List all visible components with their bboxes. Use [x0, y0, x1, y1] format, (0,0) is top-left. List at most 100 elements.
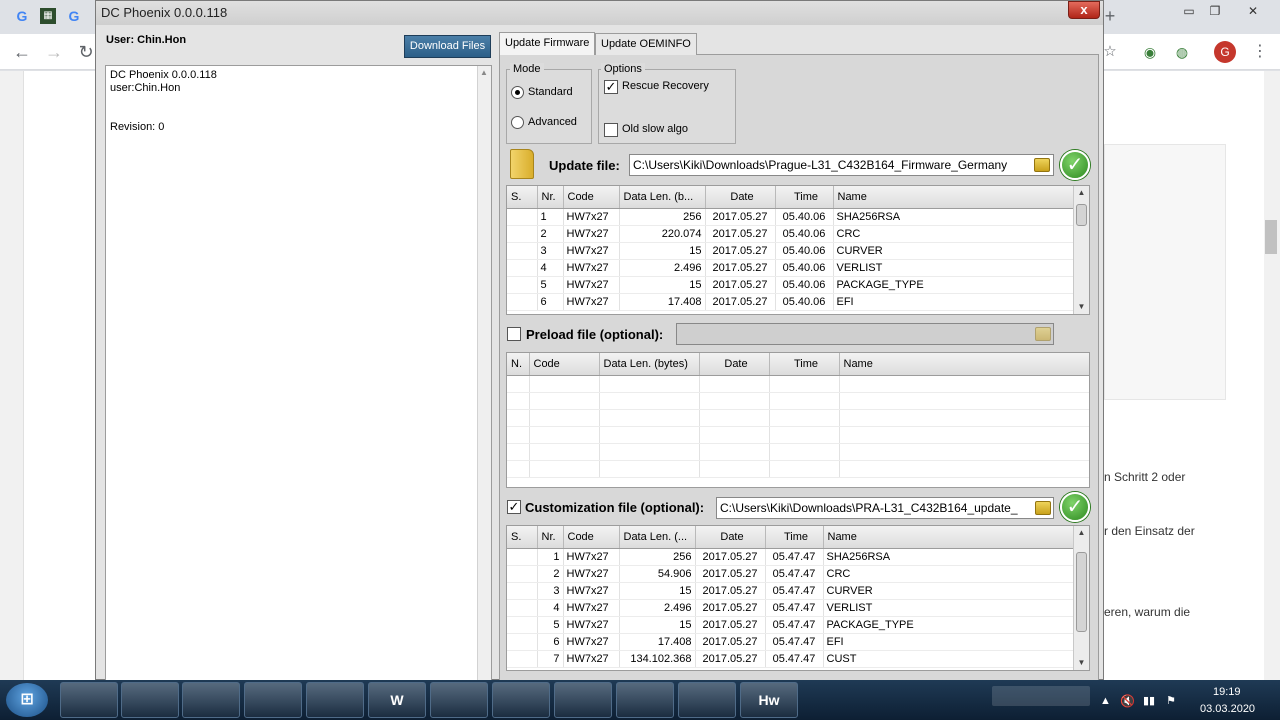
taskbar-word-icon[interactable]: W — [368, 682, 426, 718]
clock-date[interactable]: 03.03.2020 — [1200, 703, 1255, 715]
scroll-down-icon[interactable]: ▼ — [1074, 300, 1089, 314]
column-header[interactable]: Time — [775, 186, 834, 209]
column-header[interactable]: Name — [839, 353, 1089, 376]
table-row[interactable]: 7 HW7x27 134.102.368 2017.05.27 05.47.47 CUST — [507, 650, 1075, 668]
column-header[interactable]: Date — [699, 353, 770, 376]
taskbar-paint-icon[interactable] — [678, 682, 736, 718]
column-header[interactable]: S. — [507, 526, 538, 549]
app-titlebar[interactable]: DC Phoenix 0.0.0.118 — [96, 1, 1103, 25]
column-header[interactable]: Nr. — [537, 186, 564, 209]
page-scrollbar-thumb[interactable] — [1265, 220, 1277, 254]
taskbar-cmd-icon[interactable] — [306, 682, 364, 718]
log-panel[interactable]: DC Phoenix 0.0.0.118 user:Chin.Hon Revis… — [105, 65, 492, 681]
table-row[interactable]: 2 HW7x27 220.074 2017.05.27 05.40.06 CRC — [507, 225, 1075, 243]
preload-file-checkbox[interactable] — [507, 327, 521, 341]
column-header[interactable]: Data Len. (b... — [619, 186, 706, 209]
folder-open-icon[interactable] — [1034, 158, 1050, 172]
table-row[interactable]: 2 HW7x27 54.906 2017.05.27 05.47.47 CRC — [507, 565, 1075, 583]
scrollbar-thumb[interactable] — [1076, 552, 1087, 632]
table-row[interactable]: 3 HW7x27 15 2017.05.27 05.40.06 CURVER — [507, 242, 1075, 260]
tab-update-oeminfo[interactable]: Update OEMINFO — [595, 33, 697, 55]
column-header[interactable]: N. — [507, 353, 530, 376]
tab-update-firmware[interactable]: Update Firmware — [499, 32, 596, 55]
column-header[interactable]: Data Len. (... — [619, 526, 696, 549]
taskbar-app-icon[interactable] — [616, 682, 674, 718]
app-favicon-icon[interactable]: ▦ — [40, 8, 56, 24]
table-row[interactable]: 5 HW7x27 15 2017.05.27 05.40.06 PACKAGE_TYPE — [507, 276, 1075, 294]
page-scrollbar[interactable] — [1264, 71, 1280, 680]
column-header[interactable]: Time — [769, 353, 840, 376]
extension-globe-icon[interactable]: ◍ — [1170, 40, 1194, 64]
scroll-up-icon[interactable]: ▲ — [1074, 186, 1089, 200]
scroll-up-icon[interactable]: ▲ — [1074, 526, 1089, 540]
table-row[interactable]: 3 HW7x27 15 2017.05.27 05.47.47 CURVER — [507, 582, 1075, 600]
update-file-table[interactable]: S. Nr. Code Data Len. (b... Date Time Na… — [506, 185, 1090, 315]
app-close-button[interactable]: x — [1068, 1, 1100, 19]
menu-dots-icon[interactable]: ⋮ — [1248, 40, 1272, 64]
profile-avatar[interactable]: G — [1214, 41, 1236, 63]
folder-open-icon[interactable] — [1035, 327, 1051, 341]
back-icon[interactable]: ← — [10, 40, 34, 64]
forward-icon[interactable]: → — [42, 40, 66, 64]
taskbar-device-icon[interactable] — [492, 682, 550, 718]
table-row[interactable]: 4 HW7x27 2.496 2017.05.27 05.47.47 VERLIST — [507, 599, 1075, 617]
cell: 3 — [537, 242, 564, 260]
preload-file-table[interactable]: N. Code Data Len. (bytes) Date Time Name — [506, 352, 1090, 488]
table-row[interactable]: 6 HW7x27 17.408 2017.05.27 05.40.06 EFI — [507, 293, 1075, 311]
old-slow-algo-checkbox[interactable] — [604, 123, 618, 137]
extension-icon[interactable]: ◉ — [1138, 40, 1162, 64]
column-header[interactable]: Code — [563, 526, 620, 549]
network-icon[interactable]: ⚑ — [1166, 694, 1176, 707]
column-header[interactable]: Name — [833, 186, 1075, 209]
google-favicon-icon[interactable]: G — [66, 8, 82, 24]
mode-advanced-radio[interactable] — [511, 116, 524, 129]
customization-file-table[interactable]: S. Nr. Code Data Len. (... Date Time Nam… — [506, 525, 1090, 671]
preload-file-path-input[interactable] — [676, 323, 1054, 345]
mode-standard-radio[interactable] — [511, 86, 524, 99]
download-files-button[interactable]: Download Files — [404, 35, 491, 58]
column-header[interactable]: Date — [705, 186, 776, 209]
update-table-scrollbar[interactable]: ▲ ▼ — [1073, 186, 1089, 314]
google-favicon-icon[interactable]: G — [14, 8, 30, 24]
cell: SHA256RSA — [833, 208, 1075, 226]
column-header[interactable]: S. — [507, 186, 538, 209]
column-header[interactable]: Time — [765, 526, 824, 549]
update-file-path-input[interactable]: C:\Users\Kiki\Downloads\Prague-L31_C432B… — [629, 154, 1054, 176]
taskbar-notepad-icon[interactable] — [60, 682, 118, 718]
signal-icon[interactable]: ▮▮ — [1143, 694, 1155, 707]
customization-table-scrollbar[interactable]: ▲ ▼ — [1073, 526, 1089, 670]
table-row[interactable]: 1 HW7x27 256 2017.05.27 05.40.06 SHA256RSA — [507, 208, 1075, 226]
log-scrollbar[interactable]: ▲ — [477, 66, 491, 680]
close-window-icon[interactable]: ✕ — [1240, 2, 1266, 20]
new-tab-icon[interactable]: + — [1102, 7, 1118, 25]
scroll-up-icon[interactable]: ▲ — [480, 68, 488, 77]
minimize-icon[interactable]: ▭ — [1176, 2, 1202, 20]
column-header[interactable]: Name — [823, 526, 1075, 549]
folder-open-icon[interactable] — [1035, 501, 1051, 515]
taskbar-explorer-icon[interactable] — [121, 682, 179, 718]
taskbar-search-tool-icon[interactable] — [554, 682, 612, 718]
scroll-down-icon[interactable]: ▼ — [1074, 656, 1089, 670]
column-header[interactable]: Date — [695, 526, 766, 549]
taskbar-control-panel-icon[interactable] — [430, 682, 488, 718]
column-header[interactable]: Data Len. (bytes) — [599, 353, 700, 376]
speaker-muted-icon[interactable]: 🔇 — [1120, 694, 1135, 708]
column-header[interactable]: Nr. — [537, 526, 564, 549]
column-header[interactable]: Code — [529, 353, 600, 376]
clock-time[interactable]: 19:19 — [1213, 686, 1241, 698]
windows-logo-icon[interactable]: ⊞ — [6, 683, 48, 717]
rescue-recovery-checkbox[interactable]: ✓ — [604, 80, 618, 94]
taskbar-huawei-tool-icon[interactable]: Hw — [740, 682, 798, 718]
taskbar-chrome-icon[interactable] — [182, 682, 240, 718]
taskbar-vlc-icon[interactable] — [244, 682, 302, 718]
restore-icon[interactable]: ❐ — [1202, 2, 1228, 20]
table-row[interactable]: 4 HW7x27 2.496 2017.05.27 05.40.06 VERLIST — [507, 259, 1075, 277]
customization-file-path-input[interactable]: C:\Users\Kiki\Downloads\PRA-L31_C432B164… — [716, 497, 1054, 519]
table-row[interactable]: 6 HW7x27 17.408 2017.05.27 05.47.47 EFI — [507, 633, 1075, 651]
column-header[interactable]: Code — [563, 186, 620, 209]
tray-expand-icon[interactable]: ▲ — [1100, 695, 1111, 707]
table-row[interactable]: 1 HW7x27 256 2017.05.27 05.47.47 SHA256RSA — [507, 548, 1075, 566]
customization-file-checkbox[interactable]: ✓ — [507, 500, 521, 514]
scrollbar-thumb[interactable] — [1076, 204, 1087, 226]
table-row[interactable]: 5 HW7x27 15 2017.05.27 05.47.47 PACKAGE_TYPE — [507, 616, 1075, 634]
